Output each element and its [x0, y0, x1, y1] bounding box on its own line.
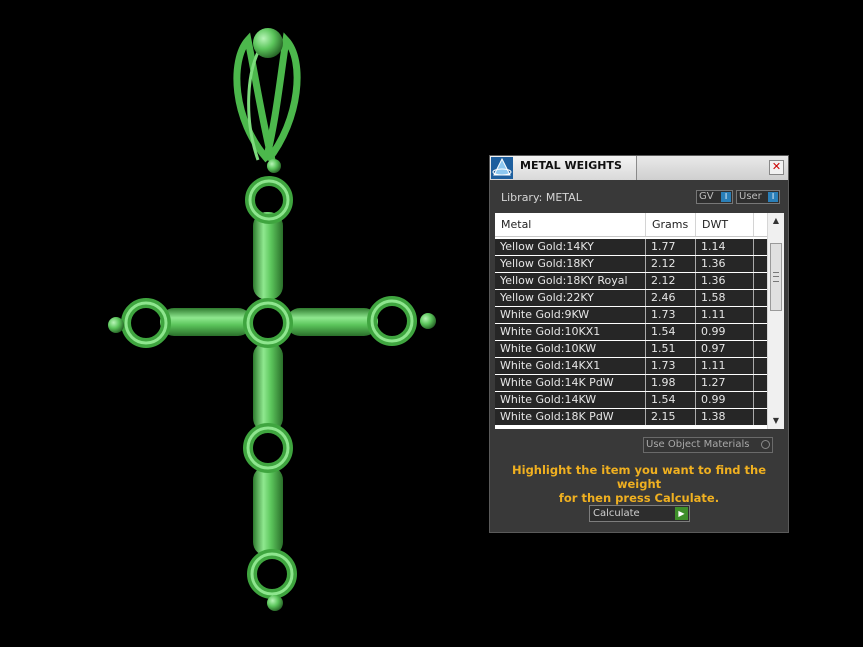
- gv-toggle-label: GV: [699, 191, 714, 202]
- grams-cell: 1.51: [646, 341, 696, 357]
- grams-cell: 2.46: [646, 290, 696, 306]
- user-toggle[interactable]: User I: [736, 190, 780, 204]
- toggle-knob-icon: I: [768, 192, 778, 202]
- metal-weights-panel: METAL WEIGHTS ✕ Library: METAL GV I User…: [489, 155, 789, 533]
- vertical-scrollbar[interactable]: ▲ ▼: [767, 213, 784, 429]
- use-object-materials-option[interactable]: Use Object Materials: [643, 437, 773, 453]
- user-toggle-label: User: [739, 191, 762, 202]
- dwt-cell: 1.27: [696, 375, 754, 391]
- dwt-cell: 1.36: [696, 256, 754, 272]
- table-row[interactable]: Yellow Gold:18KY Royal 2.12 1.36: [495, 273, 767, 289]
- grams-cell: 1.73: [646, 307, 696, 323]
- library-row: Library: METAL GV I User I: [490, 186, 788, 208]
- panel-title-tab: METAL WEIGHTS: [490, 156, 637, 180]
- library-label: Library: METAL: [501, 191, 582, 204]
- metal-table[interactable]: Metal Grams DWT Yellow Gold:14KY 1.77 1.14…: [495, 213, 784, 429]
- column-header-metal[interactable]: Metal: [495, 213, 646, 236]
- panel-titlebar[interactable]: METAL WEIGHTS ✕: [490, 156, 788, 180]
- dwt-cell: 1.11: [696, 358, 754, 374]
- dwt-cell: 1.38: [696, 409, 754, 425]
- panel-title: METAL WEIGHTS: [520, 159, 622, 172]
- pyramid-logo-icon: [491, 157, 513, 179]
- dwt-cell: 1.11: [696, 307, 754, 323]
- metal-cell: Yellow Gold:18KY: [495, 256, 646, 272]
- metal-cell: White Gold:9KW: [495, 307, 646, 323]
- close-icon[interactable]: ✕: [769, 160, 784, 175]
- instruction-line-1: Highlight the item you want to find the …: [512, 463, 766, 491]
- table-row[interactable]: White Gold:14K PdW 1.98 1.27: [495, 375, 767, 391]
- dwt-cell: 1.58: [696, 290, 754, 306]
- table-row[interactable]: Yellow Gold:14KY 1.77 1.14: [495, 239, 767, 255]
- dwt-cell: 1.36: [696, 273, 754, 289]
- grams-cell: 1.98: [646, 375, 696, 391]
- dwt-cell: 0.99: [696, 324, 754, 340]
- metal-cell: White Gold:14K PdW: [495, 375, 646, 391]
- metal-cell: Yellow Gold:14KY: [495, 239, 646, 255]
- use-object-materials-label: Use Object Materials: [646, 439, 750, 450]
- metal-cell: White Gold:18K PdW: [495, 409, 646, 425]
- table-row[interactable]: White Gold:14KX1 1.73 1.11: [495, 358, 767, 374]
- column-header-dwt[interactable]: DWT: [696, 213, 754, 236]
- calculate-label: Calculate: [593, 508, 640, 519]
- gv-toggle[interactable]: GV I: [696, 190, 733, 204]
- scroll-down-icon[interactable]: ▼: [768, 413, 784, 429]
- instruction-line-2: for then press Calculate.: [558, 491, 720, 505]
- table-row[interactable]: Yellow Gold:22KY 2.46 1.58: [495, 290, 767, 306]
- table-header: Metal Grams DWT: [495, 213, 767, 237]
- scroll-up-icon[interactable]: ▲: [768, 213, 784, 229]
- grams-cell: 1.54: [646, 324, 696, 340]
- pendant-model[interactable]: [108, 28, 436, 611]
- grams-cell: 2.15: [646, 409, 696, 425]
- grams-cell: 1.73: [646, 358, 696, 374]
- dwt-cell: 1.14: [696, 239, 754, 255]
- radio-icon: [761, 440, 770, 449]
- table-row[interactable]: White Gold:14KW 1.54 0.99: [495, 392, 767, 408]
- table-row[interactable]: White Gold:9KW 1.73 1.11: [495, 307, 767, 323]
- calculate-button[interactable]: Calculate ▶: [589, 505, 690, 522]
- metal-cell: Yellow Gold:18KY Royal: [495, 273, 646, 289]
- metal-cell: White Gold:14KX1: [495, 358, 646, 374]
- scrollbar-thumb[interactable]: [770, 243, 782, 311]
- toggle-knob-icon: I: [721, 192, 731, 202]
- metal-cell: Yellow Gold:22KY: [495, 290, 646, 306]
- instruction-text: Highlight the item you want to find the …: [500, 463, 778, 505]
- grip-icon: [773, 272, 779, 282]
- metal-cell: White Gold:10KX1: [495, 324, 646, 340]
- grams-cell: 2.12: [646, 273, 696, 289]
- grams-cell: 2.12: [646, 256, 696, 272]
- column-header-grams[interactable]: Grams: [646, 213, 696, 236]
- table-row[interactable]: White Gold:10KW 1.51 0.97: [495, 341, 767, 357]
- metal-cell: White Gold:14KW: [495, 392, 646, 408]
- dwt-cell: 0.97: [696, 341, 754, 357]
- table-body: Yellow Gold:14KY 1.77 1.14 Yellow Gold:18KY…: [495, 239, 767, 429]
- table-row[interactable]: White Gold:18K PdW 2.15 1.38: [495, 409, 767, 425]
- dwt-cell: 0.99: [696, 392, 754, 408]
- grams-cell: 1.77: [646, 239, 696, 255]
- grams-cell: 1.54: [646, 392, 696, 408]
- table-row[interactable]: White Gold:10KX1 1.54 0.99: [495, 324, 767, 340]
- table-row[interactable]: Yellow Gold:18KY 2.12 1.36: [495, 256, 767, 272]
- metal-cell: White Gold:10KW: [495, 341, 646, 357]
- play-arrow-icon: ▶: [675, 507, 688, 520]
